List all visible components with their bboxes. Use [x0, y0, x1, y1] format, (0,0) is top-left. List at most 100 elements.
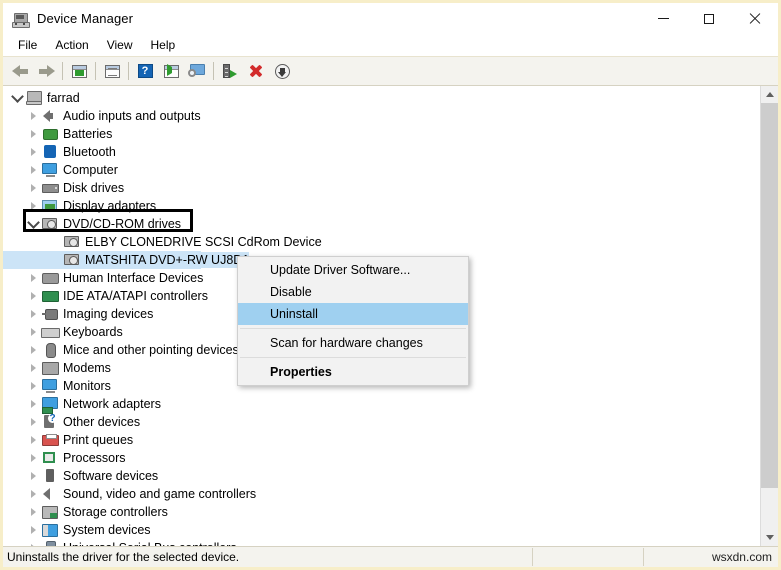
uninstall-device-button[interactable] [243, 59, 269, 83]
chevron-right-icon[interactable] [25, 504, 41, 520]
toolbar-separator [213, 62, 214, 80]
menu-bar: File Action View Help [3, 34, 778, 57]
chevron-right-icon[interactable] [25, 126, 41, 142]
camera-icon [41, 306, 59, 322]
chevron-right-icon[interactable] [25, 180, 41, 196]
context-menu-separator [240, 328, 466, 329]
context-menu-item-scan-for-hardware-changes[interactable]: Scan for hardware changes [238, 332, 468, 354]
tree-item-label: Print queues [63, 433, 134, 447]
display-adapter-icon [41, 198, 59, 214]
scroll-up-button[interactable] [761, 86, 778, 103]
context-menu-item-disable[interactable]: Disable [238, 281, 468, 303]
tree-item-audio-inputs-and-outputs[interactable]: Audio inputs and outputs [3, 107, 760, 125]
chevron-right-icon[interactable] [25, 270, 41, 286]
tree-item-label: System devices [63, 523, 151, 537]
scrollbar-thumb[interactable] [761, 103, 778, 488]
tree-item-label: Disk drives [63, 181, 125, 195]
tree-item-label: Network adapters [63, 397, 161, 411]
tree-item-label: Other devices [63, 415, 141, 429]
update-driver-icon [163, 63, 179, 78]
menu-view[interactable]: View [98, 35, 142, 55]
chevron-right-icon[interactable] [25, 162, 41, 178]
chevron-right-icon[interactable] [25, 378, 41, 394]
tree-item-label: Mice and other pointing devices [63, 343, 239, 357]
chevron-right-icon[interactable] [25, 486, 41, 502]
tree-item-bluetooth[interactable]: Bluetooth [3, 143, 760, 161]
tree-item-software-devices[interactable]: Software devices [3, 467, 760, 485]
chevron-down-icon[interactable] [9, 90, 25, 106]
chevron-right-icon[interactable] [25, 108, 41, 124]
chevron-right-icon[interactable] [25, 306, 41, 322]
update-driver-software-button[interactable] [217, 59, 243, 83]
menu-action[interactable]: Action [46, 35, 97, 55]
tree-item-disk-drives[interactable]: Disk drives [3, 179, 760, 197]
show-hidden-devices-icon [71, 64, 87, 78]
watermark: wsxdn.com [711, 550, 772, 564]
status-divider [532, 548, 533, 566]
properties-button[interactable] [99, 59, 125, 83]
chevron-right-icon[interactable] [25, 468, 41, 484]
hid-icon [41, 270, 59, 286]
tree-item-label: Software devices [63, 469, 159, 483]
context-menu-item-uninstall[interactable]: Uninstall [238, 303, 468, 325]
scroll-down-button[interactable] [761, 529, 778, 546]
tree-item-storage-controllers[interactable]: Storage controllers [3, 503, 760, 521]
tree-item-dvd-cd-rom-drives[interactable]: DVD/CD-ROM drives [3, 215, 760, 233]
show-hidden-devices-button[interactable] [66, 59, 92, 83]
back-button[interactable] [7, 59, 33, 83]
context-menu-item-properties[interactable]: Properties [238, 361, 468, 383]
tree-item-elby-clonedrive-scsi-cdrom-device[interactable]: ELBY CLONEDRIVE SCSI CdRom Device [3, 233, 760, 251]
chevron-right-icon[interactable] [25, 522, 41, 538]
vertical-scrollbar[interactable] [760, 86, 778, 546]
tree-item-batteries[interactable]: Batteries [3, 125, 760, 143]
chevron-right-icon[interactable] [25, 288, 41, 304]
device-tree[interactable]: farrad Audio inputs and outputs Batteries… [3, 86, 760, 546]
chevron-right-icon[interactable] [25, 432, 41, 448]
monitor-icon [41, 162, 59, 178]
tree-item-system-devices[interactable]: System devices [3, 521, 760, 539]
menu-help[interactable]: Help [142, 35, 185, 55]
update-driver-button[interactable] [158, 59, 184, 83]
tree-item-print-queues[interactable]: Print queues [3, 431, 760, 449]
chevron-right-icon[interactable] [25, 360, 41, 376]
context-menu[interactable]: Update Driver Software... Disable Uninstal… [237, 256, 469, 386]
tree-root-farrad[interactable]: farrad [3, 89, 760, 107]
tree-item-display-adapters[interactable]: Display adapters [3, 197, 760, 215]
chevron-right-icon[interactable] [25, 450, 41, 466]
disable-device-button[interactable] [269, 59, 295, 83]
context-menu-item-update-driver-software[interactable]: Update Driver Software... [238, 259, 468, 281]
mouse-icon [41, 342, 59, 358]
printer-icon [41, 432, 59, 448]
chevron-right-icon[interactable] [25, 396, 41, 412]
tree-item-computer[interactable]: Computer [3, 161, 760, 179]
scan-hardware-button[interactable] [184, 59, 210, 83]
tree-item-network-adapters[interactable]: Network adapters [3, 395, 760, 414]
menu-file[interactable]: File [9, 35, 46, 55]
tree-item-universal-serial-bus-controllers[interactable]: Universal Serial Bus controllers [3, 539, 760, 546]
chevron-right-icon[interactable] [25, 342, 41, 358]
dvd-drive-icon [63, 234, 81, 250]
tree-item-processors[interactable]: Processors [3, 449, 760, 467]
disable-device-icon [274, 63, 290, 79]
title-bar: Device Manager [3, 3, 778, 34]
scrollbar-track[interactable] [761, 103, 778, 529]
tree-item-label: Bluetooth [63, 145, 116, 159]
maximize-button[interactable] [686, 3, 732, 34]
close-button[interactable] [732, 3, 778, 34]
forward-button[interactable] [33, 59, 59, 83]
dvd-drive-icon [41, 216, 59, 232]
chevron-down-icon[interactable] [25, 216, 41, 232]
help-button[interactable]: ? [132, 59, 158, 83]
chevron-right-icon[interactable] [25, 324, 41, 340]
chevron-right-icon[interactable] [25, 198, 41, 214]
dvd-drive-icon [63, 252, 81, 268]
tree-item-other-devices[interactable]: Other devices [3, 413, 760, 431]
toolbar-separator [62, 62, 63, 80]
chevron-right-icon[interactable] [25, 144, 41, 160]
chevron-right-icon[interactable] [25, 414, 41, 430]
uninstall-device-icon [249, 64, 263, 78]
toolbar-separator [128, 62, 129, 80]
minimize-button[interactable] [640, 3, 686, 34]
tree-item-label: Imaging devices [63, 307, 154, 321]
tree-item-sound-video-and-game-controllers[interactable]: Sound, video and game controllers [3, 485, 760, 503]
